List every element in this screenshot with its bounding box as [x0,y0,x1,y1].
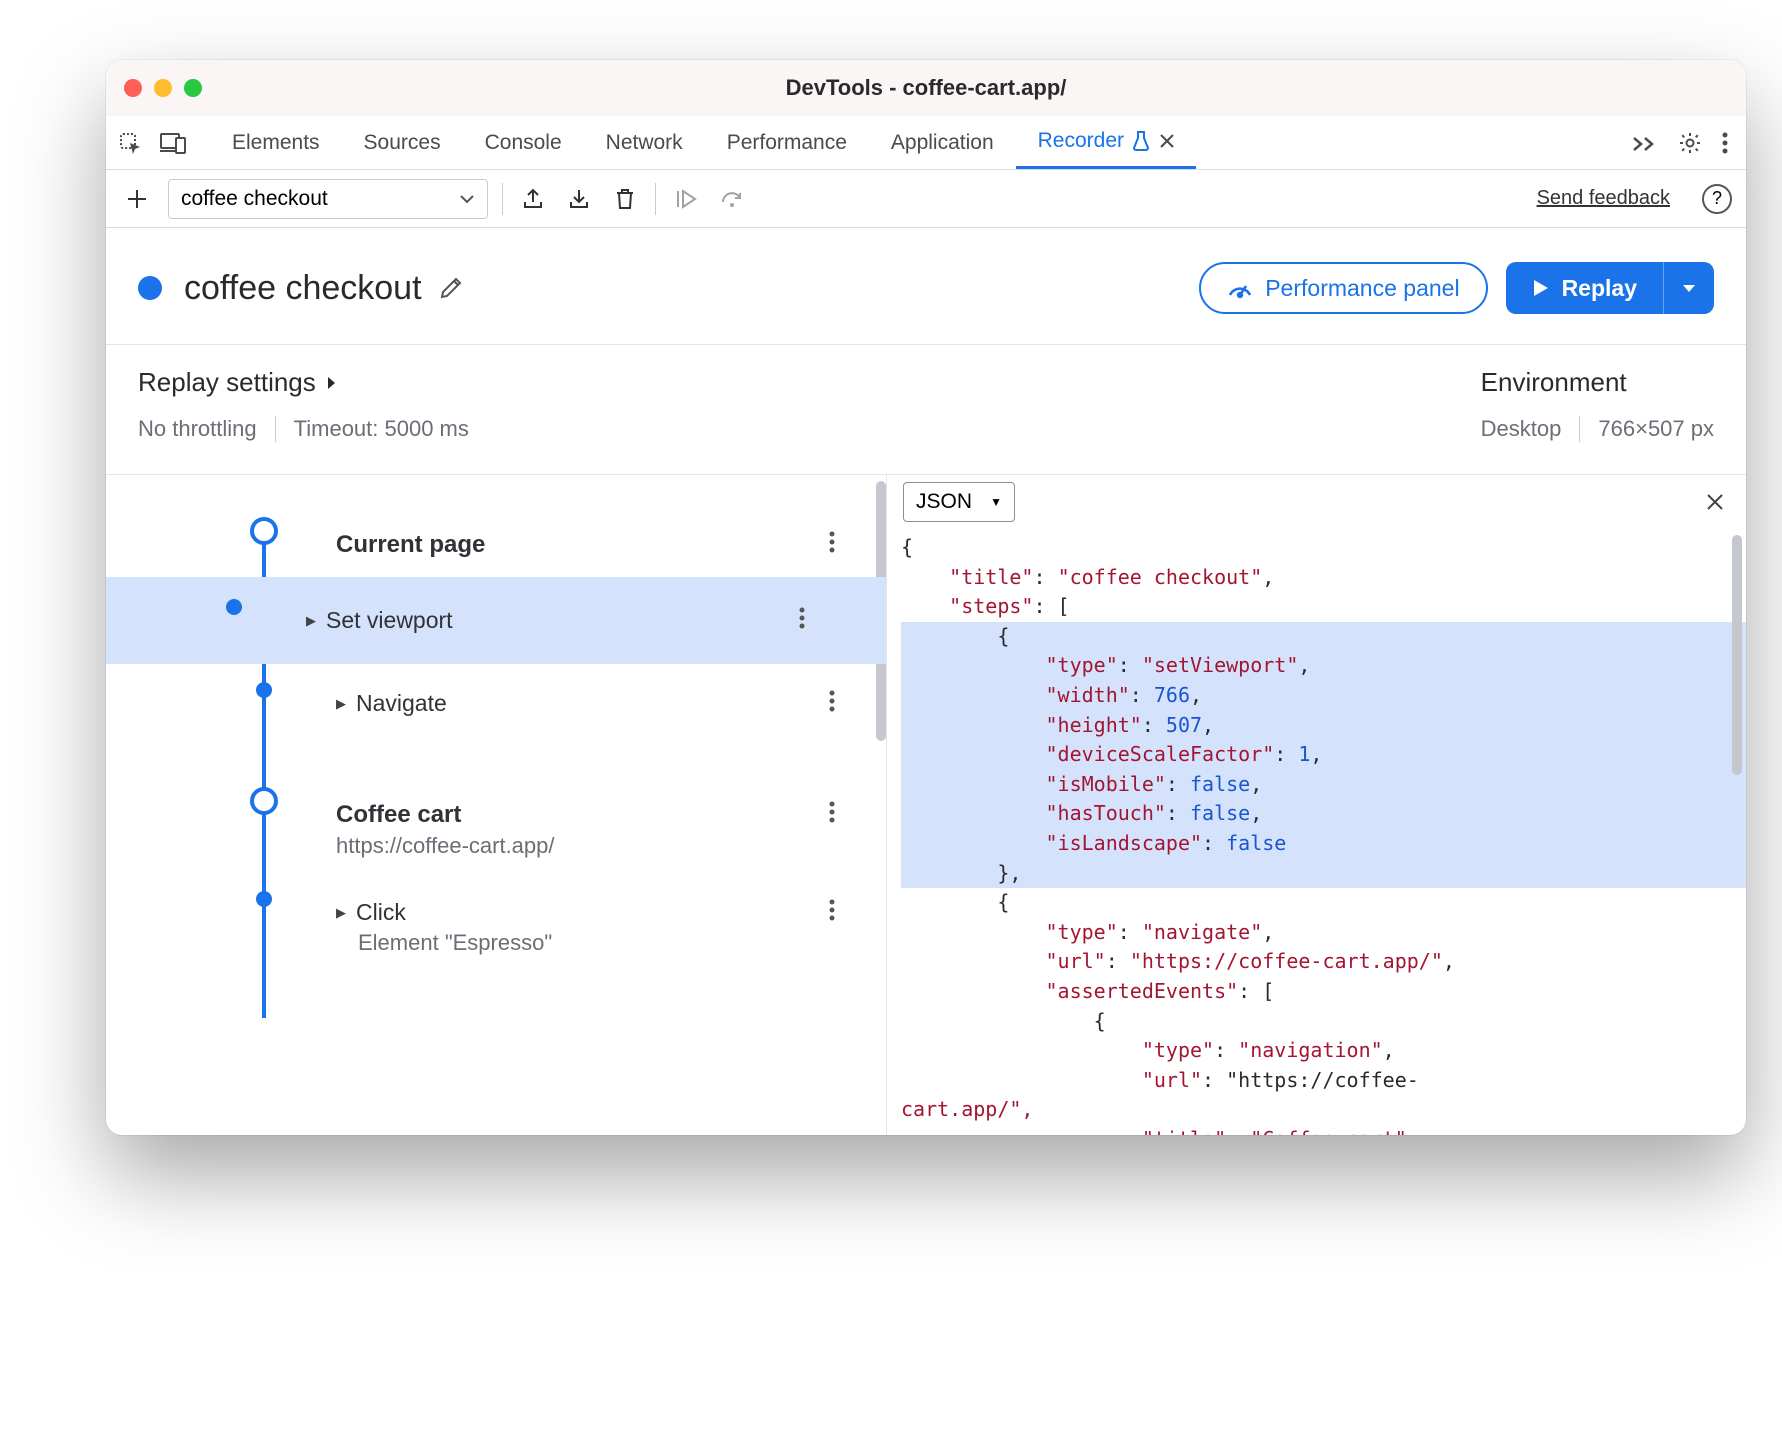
chevron-right-icon [326,375,336,391]
recording-dropdown[interactable]: coffee checkout [168,179,488,219]
tab-application[interactable]: Application [869,116,1016,169]
chevron-right-icon: ▶ [306,613,316,629]
timeline-step-click[interactable]: ▶Click Element "Espresso" [136,877,886,978]
close-panel-icon[interactable] [1700,487,1730,517]
device-toolbar-icon[interactable] [160,132,186,154]
env-device: Desktop [1481,416,1562,442]
tab-elements[interactable]: Elements [210,116,342,169]
timeline-section-current-page[interactable]: Current page [136,513,886,577]
window-title: DevTools - coffee-cart.app/ [106,75,1746,101]
chevron-right-icon: ▶ [336,905,346,921]
gauge-icon [1227,277,1253,299]
replay-settings-toggle[interactable]: Replay settings [138,367,1481,398]
split-view: Current page ▶Set viewport ▶Navigate [106,475,1746,1135]
step-over-icon[interactable] [716,183,748,215]
experiment-flask-icon [1132,131,1150,151]
new-recording-button[interactable] [120,182,154,216]
close-tab-icon[interactable] [1160,134,1174,148]
devtools-window: DevTools - coffee-cart.app/ Elements Sou… [106,60,1746,1135]
recording-header: coffee checkout Performance panel Replay [106,228,1746,345]
recording-dot-icon [138,276,162,300]
send-feedback-link[interactable]: Send feedback [1537,187,1670,210]
timeline-section-coffee-cart[interactable]: Coffee cart https://coffee-cart.app/ [136,783,886,877]
environment-title: Environment [1481,367,1714,398]
separator [502,183,503,215]
inspect-element-icon[interactable] [118,131,142,155]
kebab-menu-icon[interactable] [1712,116,1738,169]
tab-console[interactable]: Console [463,116,584,169]
step-menu-icon[interactable] [782,607,822,629]
edit-title-icon[interactable] [438,275,464,301]
separator [1579,416,1580,442]
help-icon[interactable]: ? [1702,184,1732,214]
throttling-label: No throttling [138,416,257,442]
settings-row: Replay settings No throttling Timeout: 5… [106,345,1746,475]
scrollbar[interactable] [1732,535,1742,775]
timeline-open-marker-icon [250,517,278,545]
timeline-dot-icon [226,599,242,615]
step-play-icon[interactable] [670,183,702,215]
tab-performance[interactable]: Performance [705,116,869,169]
timeline-step-navigate[interactable]: ▶Navigate [136,664,886,743]
chevron-down-icon [459,194,475,204]
replay-button[interactable]: Replay [1506,262,1714,314]
tab-sources[interactable]: Sources [342,116,463,169]
tab-recorder[interactable]: Recorder [1016,116,1196,169]
separator [655,183,656,215]
recording-title: coffee checkout [184,269,422,308]
more-tabs-icon[interactable] [1622,116,1668,169]
json-code[interactable]: { "title": "coffee checkout", "steps": [… [887,529,1746,1135]
settings-gear-icon[interactable] [1668,116,1712,169]
recorder-actionbar: coffee checkout Send feedback ? [106,170,1746,228]
step-menu-icon[interactable] [812,690,852,712]
timeout-label: Timeout: 5000 ms [294,416,469,442]
delete-icon[interactable] [609,183,641,215]
step-menu-icon[interactable] [812,531,852,553]
play-icon [1532,278,1550,298]
env-dimensions: 766×507 px [1598,416,1714,442]
step-menu-icon[interactable] [812,801,852,823]
timeline-open-marker-icon [250,787,278,815]
separator [275,416,276,442]
titlebar: DevTools - coffee-cart.app/ [106,60,1746,116]
format-dropdown[interactable]: JSON [903,482,1015,522]
step-menu-icon[interactable] [812,899,852,921]
tab-network[interactable]: Network [584,116,705,169]
recording-name: coffee checkout [181,187,328,211]
chevron-right-icon: ▶ [336,696,346,712]
timeline-step-set-viewport[interactable]: ▶Set viewport [106,577,886,664]
json-pane: JSON { "title": "coffee checkout", "step… [886,475,1746,1135]
timeline-dot-icon [256,891,272,907]
performance-panel-button[interactable]: Performance panel [1199,262,1487,314]
replay-dropdown-icon[interactable] [1664,262,1714,314]
timeline-pane: Current page ▶Set viewport ▶Navigate [106,475,886,1135]
timeline-dot-icon [256,682,272,698]
import-icon[interactable] [563,183,595,215]
devtools-tabstrip: Elements Sources Console Network Perform… [106,116,1746,170]
export-icon[interactable] [517,183,549,215]
